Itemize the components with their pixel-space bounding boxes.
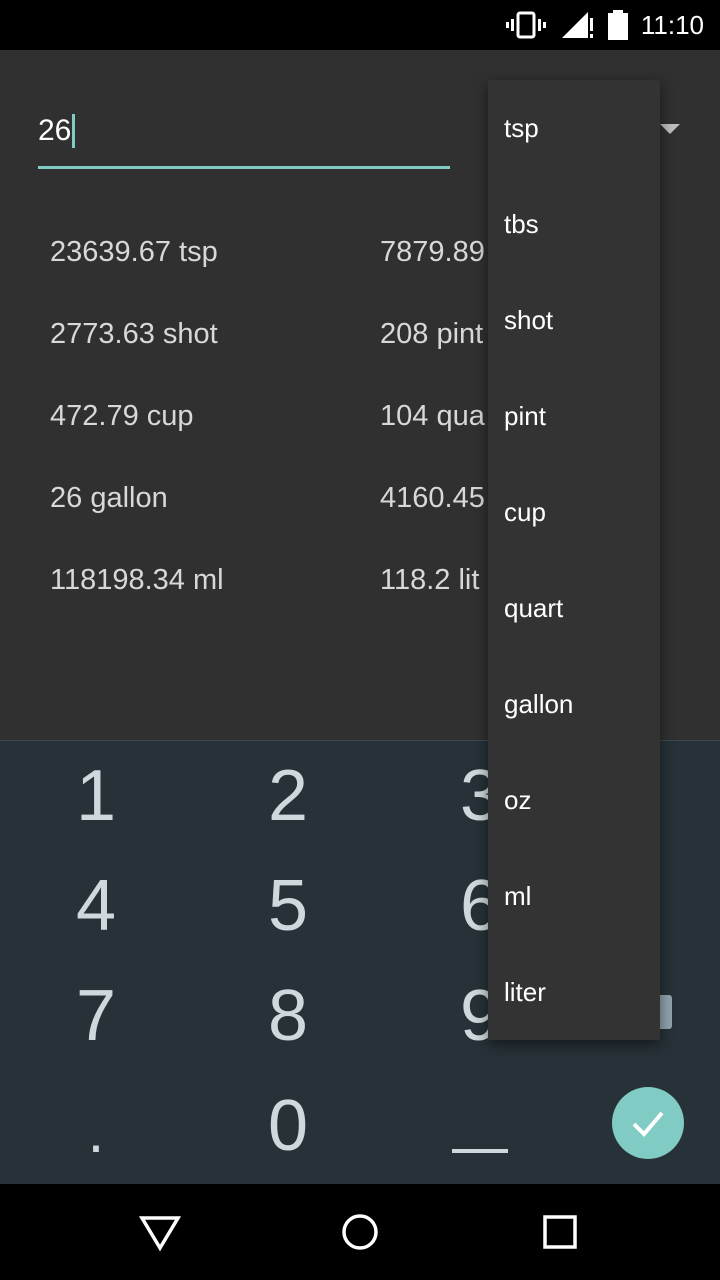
check-icon — [632, 1111, 664, 1137]
signal-icon — [562, 12, 593, 38]
result-item: 23639.67 tsp — [50, 236, 218, 268]
unit-option-quart[interactable]: quart — [504, 560, 654, 656]
key-8[interactable]: 8 — [192, 961, 384, 1071]
result-item: 104 qua — [380, 400, 485, 432]
recents-icon[interactable] — [542, 1212, 578, 1252]
result-item: 2773.63 shot — [50, 318, 218, 350]
key-decimal[interactable]: . — [0, 1077, 192, 1187]
battery-icon — [608, 10, 628, 40]
back-icon[interactable] — [138, 1212, 182, 1252]
unit-option-oz[interactable]: oz — [504, 752, 654, 848]
result-item: 7879.89 — [380, 236, 485, 268]
result-item: 472.79 cup — [50, 400, 194, 432]
unit-option-gallon[interactable]: gallon — [504, 656, 654, 752]
key-0[interactable]: 0 — [192, 1071, 384, 1181]
unit-option-cup[interactable]: cup — [504, 464, 654, 560]
status-bar: 11:10 — [0, 0, 720, 50]
result-item: 118198.34 ml — [50, 564, 224, 596]
unit-option-ml[interactable]: ml — [504, 848, 654, 944]
unit-option-tsp[interactable]: tsp — [504, 80, 654, 176]
key-2[interactable]: 2 — [192, 741, 384, 851]
unit-option-shot[interactable]: shot — [504, 272, 654, 368]
result-item: 26 gallon — [50, 482, 168, 514]
key-7[interactable]: 7 — [0, 961, 192, 1071]
key-1[interactable]: 1 — [0, 741, 192, 851]
unit-option-liter[interactable]: liter — [504, 944, 654, 1040]
vibrate-icon — [506, 11, 546, 39]
unit-option-tbs[interactable]: tbs — [504, 176, 654, 272]
unit-option-pint[interactable]: pint — [504, 368, 654, 464]
key-5[interactable]: 5 — [192, 851, 384, 961]
result-item: 118.2 lit — [380, 564, 480, 596]
unit-dropdown: tsp tbs shot pint cup quart gallon oz ml… — [488, 80, 660, 1040]
key-4[interactable]: 4 — [0, 851, 192, 961]
status-time: 11:10 — [640, 10, 704, 40]
navigation-bar — [0, 1184, 720, 1280]
home-icon[interactable] — [340, 1212, 380, 1252]
key-space[interactable] — [452, 1149, 508, 1153]
done-button[interactable] — [612, 1087, 684, 1159]
result-item: 4160.45 — [380, 482, 485, 514]
result-item: 208 pint — [380, 318, 484, 350]
